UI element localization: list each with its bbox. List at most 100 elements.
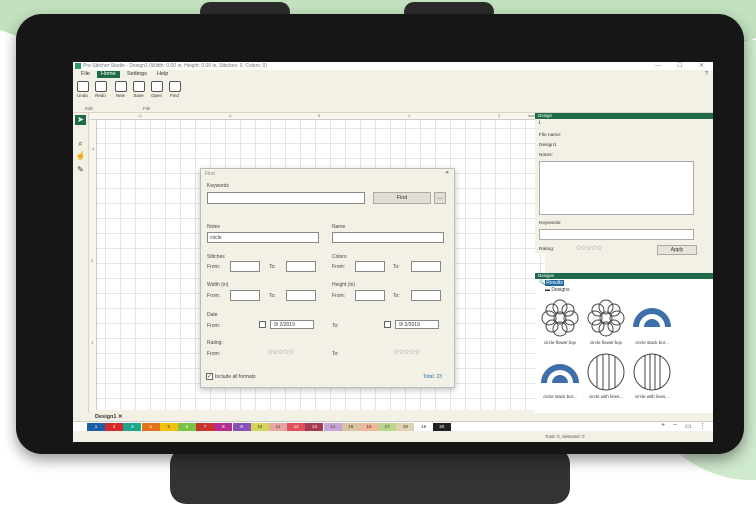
- menu-home[interactable]: Home: [97, 71, 120, 78]
- open-button[interactable]: Open: [149, 81, 164, 98]
- rating-stars[interactable]: ☆☆☆☆☆: [575, 244, 602, 252]
- app-window: Pro-Stitcher Studio - Design1 (Width: 0.…: [73, 62, 713, 442]
- date-to-checkbox[interactable]: [384, 321, 391, 328]
- colors-label: Colors: [332, 254, 347, 260]
- undo-button[interactable]: Undo: [75, 81, 90, 98]
- palette-swatch-7[interactable]: 7: [196, 423, 215, 431]
- find-options-button[interactable]: ...: [434, 192, 446, 204]
- palette-swatch-9[interactable]: 9: [232, 423, 251, 431]
- find-submit-button[interactable]: Find: [373, 192, 431, 204]
- stitches-to-input[interactable]: [286, 261, 316, 272]
- palette-swatch-14[interactable]: 14: [323, 423, 342, 431]
- height-from-input[interactable]: [355, 290, 385, 301]
- rating-to-stars[interactable]: ☆☆☆☆☆: [393, 348, 420, 356]
- maximize-button[interactable]: ☐: [677, 62, 682, 70]
- rating-label: Rating:: [539, 247, 555, 252]
- colors-from-input[interactable]: [355, 261, 385, 272]
- close-button[interactable]: ✕: [699, 62, 704, 70]
- colors-to-input[interactable]: [411, 261, 441, 272]
- display-icon[interactable]: ▭: [685, 422, 692, 430]
- palette-swatch-15[interactable]: 15: [341, 423, 360, 431]
- palette-swatch-12[interactable]: 12: [287, 423, 306, 431]
- palette-swatch-4[interactable]: 4: [141, 423, 160, 431]
- design-thumbnail[interactable]: [585, 351, 627, 393]
- window-title: Pro-Stitcher Studio - Design1 (Width: 0.…: [83, 63, 267, 69]
- rating-from-stars[interactable]: ☆☆☆☆☆: [267, 348, 294, 356]
- zoom-magnifier-icon[interactable]: ⌕: [75, 139, 86, 149]
- designs-panel-title: Designs: [535, 273, 713, 279]
- node-edit-icon[interactable]: ✎: [75, 165, 86, 175]
- redo-button[interactable]: Redo: [93, 81, 108, 98]
- palette-swatch-18[interactable]: 18: [396, 423, 415, 431]
- palette-swatch-13[interactable]: 13: [305, 423, 324, 431]
- photo-stage: Pro-Stitcher Studio - Design1 (Width: 0.…: [0, 0, 756, 508]
- palette-swatch-2[interactable]: 2: [105, 423, 124, 431]
- palette-swatch-17[interactable]: 17: [378, 423, 397, 431]
- keywords-input[interactable]: [207, 192, 365, 204]
- keywords-label: Keywords:: [539, 221, 562, 226]
- new-button[interactable]: New: [113, 81, 128, 98]
- palette-swatch-5[interactable]: 5: [159, 423, 178, 431]
- notes-label: Notes: [207, 224, 221, 230]
- palette-swatch-20[interactable]: 20: [432, 423, 451, 431]
- keywords-input[interactable]: [539, 229, 694, 240]
- help-icon[interactable]: ?: [701, 71, 712, 78]
- palette-swatch-1[interactable]: 1: [87, 423, 105, 431]
- palette-swatch-11[interactable]: 11: [269, 423, 287, 431]
- palette-swatch-6[interactable]: 6: [178, 423, 196, 431]
- more-icon[interactable]: ⋮: [699, 422, 706, 430]
- apply-button[interactable]: Apply: [657, 245, 697, 255]
- palette-swatch-3[interactable]: 3: [123, 423, 142, 431]
- tree-item-results[interactable]: 🔍Results: [539, 280, 564, 286]
- minimize-button[interactable]: —: [655, 62, 661, 70]
- menu-help[interactable]: Help: [153, 71, 172, 78]
- find-dialog-close-button[interactable]: ✕: [445, 170, 449, 176]
- design-thumbnail[interactable]: [631, 351, 673, 393]
- menu-file[interactable]: File: [77, 71, 94, 78]
- width-to-input[interactable]: [286, 290, 316, 301]
- design-thumbnail[interactable]: [539, 297, 581, 339]
- add-icon[interactable]: +: [661, 422, 665, 429]
- rating-from-label: From:: [207, 351, 221, 357]
- close-tab-icon[interactable]: ✕: [118, 414, 123, 420]
- design-thumbnail[interactable]: [585, 297, 627, 339]
- width-from-input[interactable]: [230, 290, 260, 301]
- palette-swatch-10[interactable]: 10: [250, 423, 269, 431]
- date-from-picker[interactable]: 9/ 2/2019: [270, 320, 314, 329]
- binoculars-icon: [168, 81, 181, 92]
- tab-design1[interactable]: Design1 ✕: [95, 413, 123, 421]
- ruler-left: -1 0 1: [90, 120, 97, 410]
- title-bar: Pro-Stitcher Studio - Design1 (Width: 0.…: [73, 62, 713, 70]
- date-to-picker[interactable]: 9/ 2/2019: [395, 320, 439, 329]
- tree-item-designs[interactable]: ▬ Designs: [545, 287, 569, 293]
- folder-icon: ▬: [545, 287, 550, 293]
- date-from-checkbox[interactable]: [259, 321, 266, 328]
- save-button[interactable]: Save: [131, 81, 146, 98]
- height-to-input[interactable]: [411, 290, 441, 301]
- find-dialog: Find ✕ Keywords Find ... Notes circle Na…: [200, 168, 455, 388]
- design-thumbnail[interactable]: [539, 351, 581, 393]
- ribbon-group-edit: Edit: [85, 106, 93, 111]
- palette-swatch-19[interactable]: 19: [414, 423, 433, 431]
- design-thumbnail-label: circle with lines...: [588, 394, 623, 399]
- designs-browser-panel: Designs 🔍Results ▬ Designs circle flower…: [535, 273, 713, 413]
- status-bar: Total: 0, Selected: 0: [535, 431, 713, 442]
- design-thumbnail-label: circle stack bor...: [635, 340, 669, 345]
- ribbon: Undo Redo New Save Open Find Edit File: [73, 79, 713, 113]
- find-button[interactable]: Find: [167, 81, 182, 98]
- palette-swatch-8[interactable]: 8: [214, 423, 233, 431]
- select-arrow-icon[interactable]: ➤: [75, 115, 86, 125]
- info-icon: i: [539, 121, 541, 126]
- name-input[interactable]: [332, 232, 444, 243]
- pan-hand-icon[interactable]: ☝: [75, 151, 86, 161]
- stitches-from-input[interactable]: [230, 261, 260, 272]
- remove-icon[interactable]: −: [673, 422, 677, 429]
- include-all-formats-checkbox[interactable]: ✓: [206, 373, 213, 380]
- design-thumbnail[interactable]: [631, 297, 673, 339]
- menu-settings[interactable]: Settings: [123, 71, 151, 78]
- notes-input[interactable]: circle: [207, 232, 319, 243]
- palette-swatch-16[interactable]: 16: [360, 423, 378, 431]
- colors-from-label: From:: [332, 264, 346, 270]
- notes-textarea[interactable]: [539, 161, 694, 215]
- height-to-label: To:: [393, 293, 400, 299]
